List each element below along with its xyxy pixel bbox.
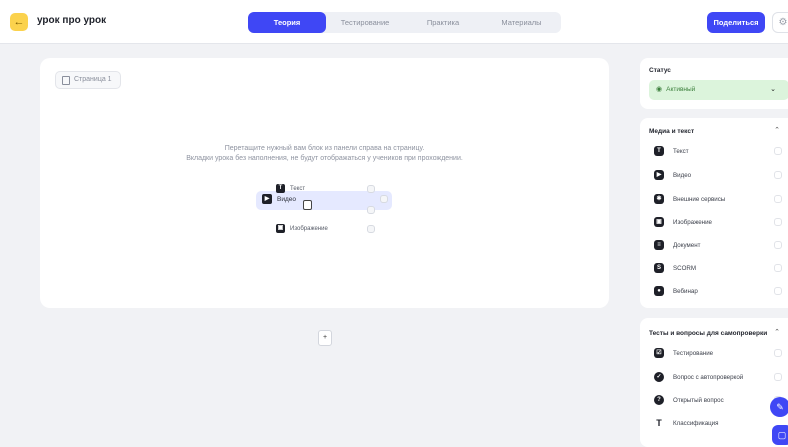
status-value: Активный — [666, 86, 696, 93]
top-bar: ← урок про урок Теория Тестирование Прак… — [0, 0, 788, 44]
check-circle-icon: ✓ — [654, 372, 664, 382]
classification-icon: T — [656, 418, 662, 428]
toggle-icon — [774, 373, 782, 381]
tab-bar: Теория Тестирование Практика Материалы — [248, 12, 561, 33]
drag-item-text[interactable]: T Текст — [276, 184, 305, 193]
document-icon: ≡ — [654, 240, 664, 250]
drag-item-video[interactable]: ▶ Видео — [262, 194, 296, 204]
tool-auto-check-question[interactable]: ✓ Вопрос с автопроверкой — [654, 370, 784, 384]
tool-label: Вебинар — [673, 287, 698, 295]
media-title: Медиа и текст — [649, 128, 695, 135]
tool-label: SCORM — [673, 264, 697, 272]
tool-label: Текст — [673, 147, 689, 155]
tool-label: Классификация — [673, 419, 719, 427]
chat-icon: ? — [654, 395, 664, 405]
tool-image[interactable]: ▣ Изображение — [654, 215, 784, 229]
tab-theory[interactable]: Теория — [248, 12, 326, 33]
image-icon: ▣ — [276, 224, 285, 233]
chevron-up-icon[interactable]: ⌃ — [774, 328, 780, 336]
empty-hint: Перетащите нужный вам блок из панели спр… — [40, 144, 609, 164]
settings-button[interactable]: ⚙ — [772, 12, 788, 33]
tool-text[interactable]: T Текст — [654, 144, 784, 158]
video-icon: ▶ — [262, 194, 272, 204]
hint-line-1: Перетащите нужный вам блок из панели спр… — [224, 145, 425, 152]
tool-scorm[interactable]: S SCORM — [654, 261, 784, 275]
toggle-icon — [367, 225, 375, 233]
tool-label: Открытый вопрос — [673, 396, 724, 404]
toggle-icon — [774, 171, 782, 179]
drag-item-image[interactable]: ▣ Изображение — [276, 224, 328, 233]
toggle-icon — [774, 241, 782, 249]
help-button[interactable]: ✎ — [770, 397, 788, 417]
eye-icon: ◉ — [656, 86, 663, 93]
tool-label: Видео — [673, 171, 692, 179]
tool-external-services[interactable]: ✱ Внешние сервисы — [654, 192, 784, 206]
page-tab[interactable]: Страница 1 — [55, 71, 121, 89]
tool-label: Документ — [673, 241, 701, 249]
gear-icon: ⚙ — [778, 17, 788, 28]
test-icon: ☑ — [654, 348, 664, 358]
toggle-icon — [774, 218, 782, 226]
tool-document[interactable]: ≡ Документ — [654, 238, 784, 252]
drag-item-label: Изображение — [290, 225, 328, 232]
tool-video[interactable]: ▶ Видео — [654, 168, 784, 182]
toggle-icon — [367, 206, 375, 214]
tab-materials[interactable]: Материалы — [482, 12, 561, 33]
tests-panel: Тесты и вопросы для самопроверки ⌃ ☑ Тес… — [640, 318, 788, 447]
drag-cursor-icon — [303, 200, 312, 210]
status-panel: Статус ◉ Активный ⌄ — [640, 58, 788, 109]
toggle-icon — [380, 195, 388, 203]
lesson-canvas[interactable]: Страница 1 Перетащите нужный вам блок из… — [40, 58, 609, 308]
tab-testing[interactable]: Тестирование — [326, 12, 404, 33]
lesson-title: урок про урок — [37, 15, 107, 26]
tool-classification[interactable]: T Классификация — [654, 416, 784, 430]
tool-label: Внешние сервисы — [673, 195, 726, 203]
media-panel: Медиа и текст ⌃ T Текст ▶ Видео ✱ Внешни… — [640, 118, 788, 308]
chevron-up-icon[interactable]: ⌃ — [774, 126, 780, 134]
toggle-icon — [774, 147, 782, 155]
status-title: Статус — [649, 67, 671, 74]
tab-practice[interactable]: Практика — [404, 12, 482, 33]
webinar-icon: ● — [654, 286, 664, 296]
tool-label: Вопрос с автопроверкой — [673, 373, 744, 381]
arrow-left-icon: ← — [13, 16, 25, 28]
chat-button[interactable]: ▢ — [772, 425, 788, 445]
video-icon: ▶ — [654, 170, 664, 180]
toggle-icon — [774, 287, 782, 295]
toggle-icon — [367, 185, 375, 193]
tests-title: Тесты и вопросы для самопроверки — [649, 330, 768, 337]
puzzle-icon: ✱ — [654, 194, 664, 204]
back-button[interactable]: ← — [10, 13, 28, 31]
hint-line-2: Вкладки урока без наполнения, не будут о… — [186, 155, 463, 162]
toggle-icon — [774, 195, 782, 203]
drag-item-label: Текст — [290, 185, 306, 192]
file-plus-icon: + — [322, 334, 328, 341]
image-icon: ▣ — [654, 217, 664, 227]
drag-item-label: Видео — [277, 195, 296, 203]
share-button[interactable]: Поделиться — [707, 12, 765, 33]
help-icon: ✎ — [776, 402, 784, 412]
tool-testing[interactable]: ☑ Тестирование — [654, 346, 784, 360]
text-icon: T — [276, 184, 285, 193]
tool-open-question[interactable]: ? Открытый вопрос — [654, 393, 784, 407]
tool-label: Тестирование — [673, 349, 714, 357]
tool-label: Изображение — [673, 218, 712, 226]
add-page-button[interactable]: + — [318, 330, 332, 346]
status-select[interactable]: ◉ Активный ⌄ — [649, 80, 788, 100]
tool-webinar[interactable]: ● Вебинар — [654, 284, 784, 298]
chat-icon: ▢ — [777, 430, 787, 440]
text-icon: T — [654, 146, 664, 156]
toggle-icon — [774, 264, 782, 272]
chevron-down-icon: ⌄ — [770, 86, 776, 93]
toggle-icon — [774, 349, 782, 357]
page-icon — [62, 75, 70, 85]
scorm-icon: S — [654, 263, 664, 273]
page-label: Страница 1 — [74, 76, 112, 83]
